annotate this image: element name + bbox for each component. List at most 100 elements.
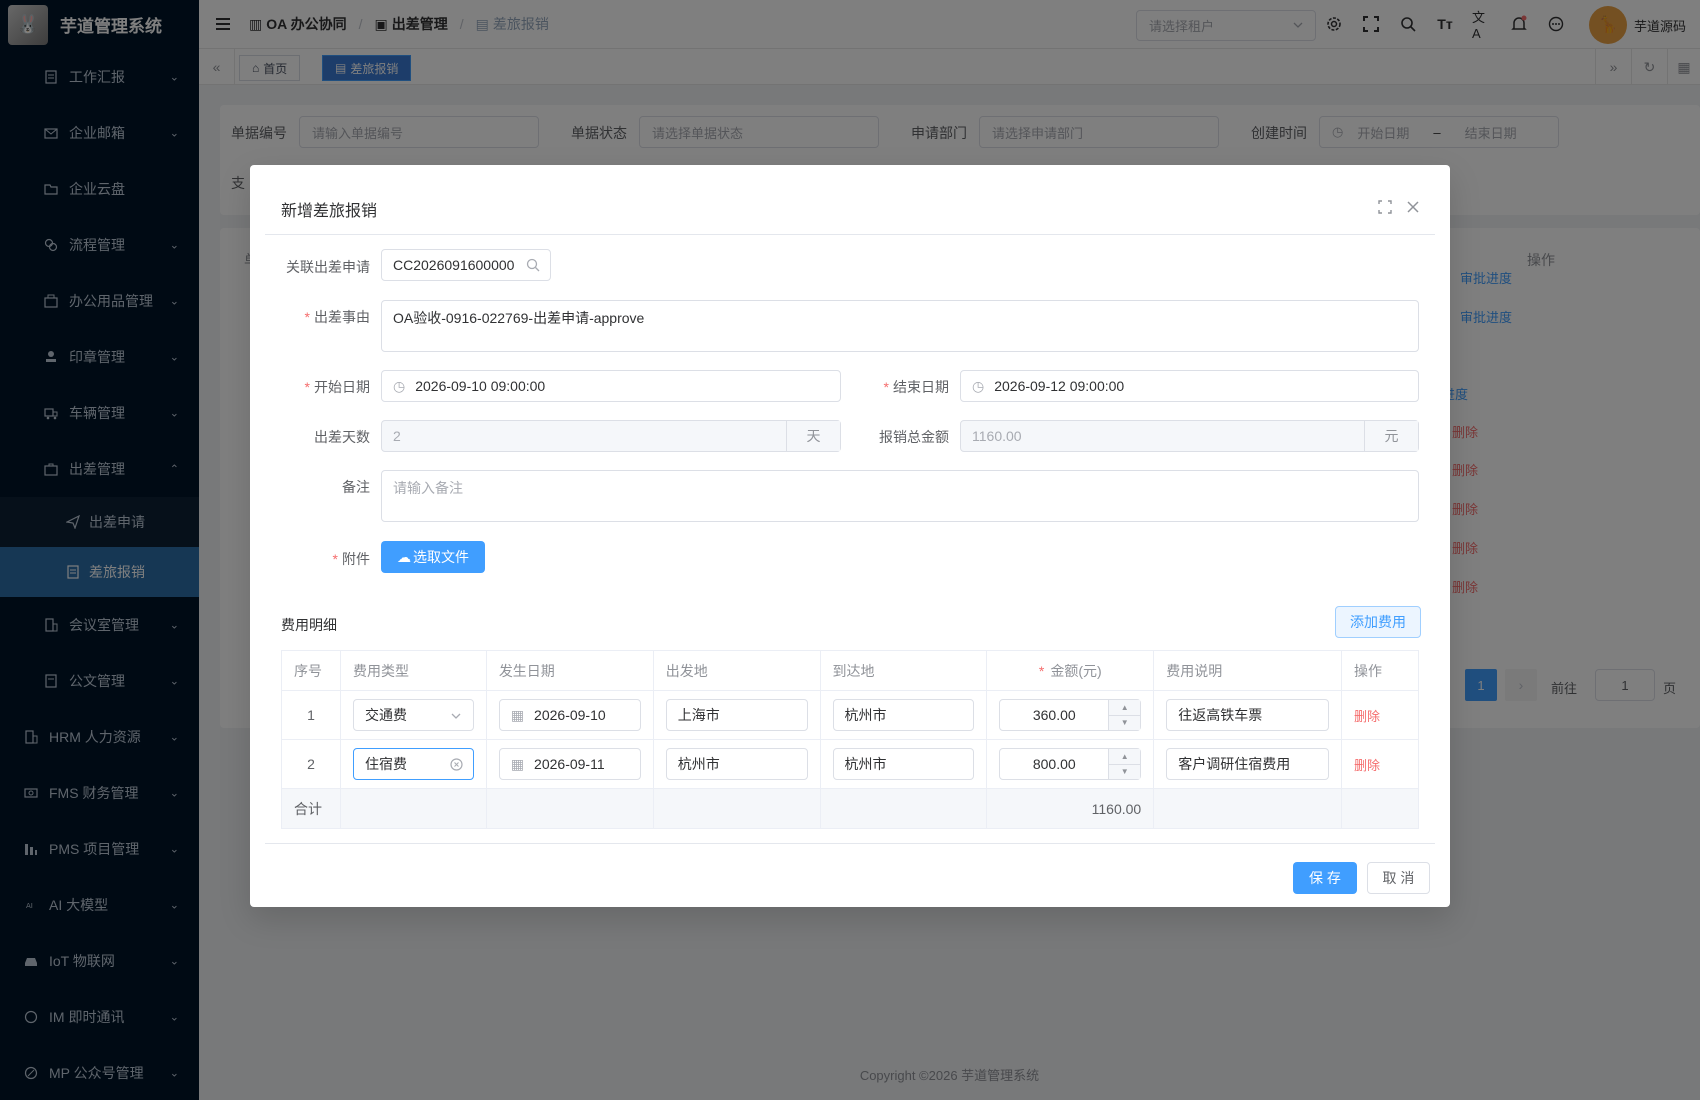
summary-row: 合计 1160.00 xyxy=(281,788,1419,829)
departure-input[interactable]: 杭州市 xyxy=(665,748,808,780)
search-icon[interactable] xyxy=(526,258,540,272)
input-value: 上海市 xyxy=(677,707,720,723)
input-value: 杭州市 xyxy=(677,756,720,772)
input-value: 客户调研住宿费用 xyxy=(1178,756,1291,772)
decrease-icon[interactable]: ▼ xyxy=(1109,715,1141,730)
divider xyxy=(265,234,1435,235)
end-date-picker[interactable]: ◷ 2026-09-12 09:00:00 xyxy=(960,370,1419,402)
related-trip-input[interactable]: CC2026091600000 xyxy=(381,249,551,281)
placeholder: 请输入备注 xyxy=(393,480,463,496)
input-value: 1160.00 xyxy=(972,428,1022,444)
fullscreen-icon[interactable] xyxy=(1378,200,1392,214)
field-label: 备注 xyxy=(280,477,370,497)
label-text: 出差事由 xyxy=(314,309,370,325)
required-mark: * xyxy=(332,551,338,567)
cloud-upload-icon: ☁ xyxy=(397,548,411,565)
label-text: 关联出差申请 xyxy=(286,259,370,275)
empty-cell xyxy=(819,788,988,829)
column-header: 出发地 xyxy=(652,650,821,691)
empty-cell xyxy=(652,788,821,829)
label-text: 附件 xyxy=(342,551,370,567)
field-label: 出差天数 xyxy=(280,427,370,447)
input-value: 360.00 xyxy=(1032,707,1076,723)
input-value: 800.00 xyxy=(1032,756,1076,772)
table-header-row: 序号 费用类型 发生日期 出发地 到达地 * 金额(元) 费用说明 操作 xyxy=(281,650,1419,691)
arrival-input[interactable]: 杭州市 xyxy=(832,699,975,731)
departure-input[interactable]: 上海市 xyxy=(665,699,808,731)
textarea-value: OA验收-0916-022769-出差申请-approve xyxy=(393,310,645,326)
amount-stepper[interactable]: 360.00 ▲ ▼ xyxy=(999,699,1142,731)
label-text: 报销总金额 xyxy=(879,429,949,445)
input-value: 2026-09-11 xyxy=(534,756,605,772)
input-value: 2 xyxy=(393,428,401,444)
fee-date-picker[interactable]: ▦ 2026-09-10 xyxy=(498,699,641,731)
field-label: * 出差事由 xyxy=(280,307,370,327)
start-date-picker[interactable]: ◷ 2026-09-10 09:00:00 xyxy=(381,370,841,402)
input-value: 2026-09-12 09:00:00 xyxy=(994,378,1125,394)
input-value: 2026-09-10 xyxy=(534,707,606,723)
field-label: * 结束日期 xyxy=(859,377,949,397)
trip-reason-textarea[interactable]: OA验收-0916-022769-出差申请-approve xyxy=(381,300,1419,352)
add-fee-button[interactable]: 添加费用 xyxy=(1335,606,1421,638)
fee-date-picker[interactable]: ▦ 2026-09-11 xyxy=(498,748,641,780)
column-header: 费用类型 xyxy=(339,650,487,691)
fee-type-select[interactable]: 住宿费 xyxy=(352,748,474,780)
required-mark: * xyxy=(304,379,310,395)
column-header: 发生日期 xyxy=(485,650,654,691)
required-mark: * xyxy=(883,379,889,395)
unit-append: 天 xyxy=(786,421,840,451)
fee-type-select[interactable]: 交通费 xyxy=(352,699,474,731)
fee-desc-input[interactable]: 客户调研住宿费用 xyxy=(1166,748,1329,780)
field-label: 报销总金额 xyxy=(859,427,949,447)
sum-value: 1160.00 xyxy=(986,788,1155,829)
delete-row-link[interactable]: 删除 xyxy=(1354,758,1380,773)
required-mark: * xyxy=(1038,662,1045,679)
column-header: * 金额(元) xyxy=(986,650,1155,691)
header-text: 金额(元) xyxy=(1050,662,1102,679)
divider xyxy=(265,843,1435,844)
required-mark: * xyxy=(304,309,310,325)
unit-append: 元 xyxy=(1364,421,1418,451)
fee-desc-input[interactable]: 往返高铁车票 xyxy=(1166,699,1329,731)
input-value: 杭州市 xyxy=(844,756,887,772)
row-index: 2 xyxy=(281,739,341,789)
increase-icon[interactable]: ▲ xyxy=(1109,749,1141,765)
column-header: 到达地 xyxy=(819,650,988,691)
clock-icon: ◷ xyxy=(393,377,406,394)
fee-detail-table: 序号 费用类型 发生日期 出发地 到达地 * 金额(元) 费用说明 操作 1 交通… xyxy=(281,650,1419,829)
dialog-title: 新增差旅报销 xyxy=(281,203,378,220)
save-button[interactable]: 保 存 xyxy=(1293,862,1357,894)
input-value: 往返高铁车票 xyxy=(1178,707,1263,723)
select-value: 住宿费 xyxy=(364,756,407,772)
table-row: 1 交通费 ▦ 2026-09-10 上海市 杭州市 360.00 ▲ ▼ 往返高铁车… xyxy=(281,690,1419,740)
increase-icon[interactable]: ▲ xyxy=(1109,700,1141,716)
label-text: 开始日期 xyxy=(314,379,370,395)
close-icon[interactable] xyxy=(1406,200,1420,214)
table-row: 2 住宿费 ▦ 2026-09-11 杭州市 杭州市 800.00 ▲ ▼ 客户调研住… xyxy=(281,739,1419,789)
clear-icon[interactable] xyxy=(450,758,463,771)
decrease-icon[interactable]: ▼ xyxy=(1109,764,1141,779)
column-header: 费用说明 xyxy=(1153,650,1342,691)
empty-cell xyxy=(485,788,654,829)
label-text: 备注 xyxy=(342,479,370,495)
calendar-icon: ▦ xyxy=(510,706,525,723)
arrival-input[interactable]: 杭州市 xyxy=(832,748,975,780)
button-label: 选取文件 xyxy=(413,549,469,565)
empty-cell xyxy=(339,788,487,829)
select-file-button[interactable]: ☁ 选取文件 xyxy=(381,541,485,573)
delete-row-link[interactable]: 删除 xyxy=(1354,709,1380,724)
remark-textarea[interactable]: 请输入备注 xyxy=(381,470,1419,522)
field-label: 关联出差申请 xyxy=(280,257,370,277)
cancel-button[interactable]: 取 消 xyxy=(1367,862,1430,894)
select-value: 交通费 xyxy=(364,707,407,723)
amount-stepper[interactable]: 800.00 ▲ ▼ xyxy=(999,748,1142,780)
label-text: 出差天数 xyxy=(314,429,370,445)
empty-cell xyxy=(1341,788,1419,829)
empty-cell xyxy=(1153,788,1342,829)
field-label: * 附件 xyxy=(280,549,370,569)
column-header: 操作 xyxy=(1341,650,1419,691)
clock-icon: ◷ xyxy=(972,377,985,394)
input-value: 杭州市 xyxy=(844,707,887,723)
fee-section-title: 费用明细 xyxy=(281,617,337,633)
calendar-icon: ▦ xyxy=(510,755,525,772)
